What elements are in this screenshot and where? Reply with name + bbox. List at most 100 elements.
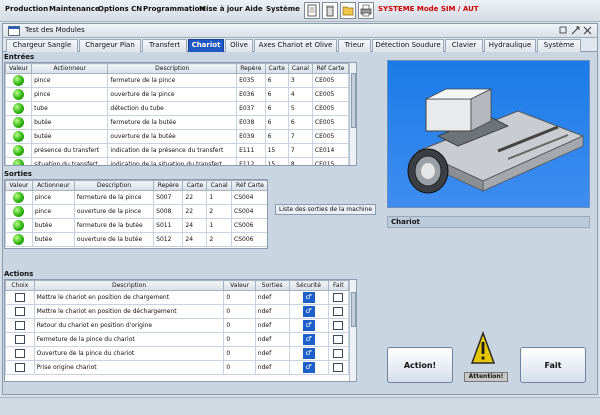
action-value-cell: 0 — [223, 290, 256, 305]
tab-detection-soudure[interactable]: Détection Soudure — [372, 39, 444, 52]
security-icon[interactable]: ♂ — [302, 306, 315, 317]
status-bar — [0, 397, 600, 415]
sorties-row: butée ouverture de la butée S012 24 2 CS006 — [5, 232, 267, 247]
security-icon[interactable]: ♂ — [302, 292, 315, 303]
description-cell: détection du tube — [107, 101, 238, 116]
close-icon[interactable] — [583, 26, 592, 37]
document-icon[interactable] — [304, 2, 320, 19]
choice-checkbox[interactable] — [14, 293, 25, 302]
choice-checkbox[interactable] — [14, 335, 25, 344]
menu-mise-a-jour[interactable]: Mise à jour — [199, 5, 243, 13]
done-checkbox[interactable] — [333, 321, 344, 330]
status-led-icon — [13, 234, 25, 245]
choice-checkbox[interactable] — [14, 321, 25, 330]
canal-cell: 1 — [206, 190, 232, 205]
description-cell: ouverture de la butée — [73, 232, 155, 247]
ref-carte-cell: CS006 — [231, 232, 267, 247]
menu-options-cn[interactable]: Options CN — [98, 5, 142, 13]
description-cell: fermeture de la butée — [107, 115, 238, 130]
action-value-cell: 0 — [223, 318, 256, 333]
menu-maintenance[interactable]: Maintenance — [49, 5, 100, 13]
tab-clavier[interactable]: Clavier — [445, 39, 483, 52]
sorties-row: pince fermeture de la pince S007 22 1 CS004 — [5, 190, 267, 205]
tab-chargeur-plan[interactable]: Chargeur Plan — [79, 39, 141, 52]
action-sorties-cell: ndef — [254, 332, 290, 347]
tab-hydraulique[interactable]: Hydraulique — [484, 39, 536, 52]
action-value-cell: 0 — [223, 332, 256, 347]
entrees-title: Entrées — [4, 53, 35, 61]
canal-cell: 2 — [206, 232, 232, 247]
ref-carte-cell: CS004 — [231, 190, 267, 205]
action-description-cell: Mettre le chariot en position de chargem… — [33, 290, 225, 305]
repere-cell: E037 — [236, 101, 266, 116]
sorties-header: Canal — [206, 180, 232, 191]
action-button[interactable]: Action! — [387, 347, 453, 383]
canal-cell: 2 — [206, 204, 232, 219]
sorties-header: Description — [73, 180, 155, 191]
sorties-title: Sorties — [4, 170, 32, 178]
window-icon — [8, 26, 20, 38]
action-sorties-cell: ndef — [254, 360, 290, 375]
menu-systeme[interactable]: Système — [266, 5, 300, 13]
actionneur-cell: pince — [31, 190, 75, 205]
action-sorties-cell: ndef — [254, 304, 290, 319]
security-icon[interactable]: ♂ — [302, 334, 315, 345]
module-label-bar: Chariot — [387, 216, 590, 228]
done-checkbox[interactable] — [333, 363, 344, 372]
choice-checkbox[interactable] — [14, 307, 25, 316]
entrees-row: butée ouverture de la butée E039 6 7 CE005 — [5, 129, 350, 144]
maximize-icon[interactable] — [571, 26, 580, 37]
action-sorties-cell: ndef — [254, 318, 290, 333]
menu-aide[interactable]: Aide — [245, 5, 263, 13]
tab-chariot[interactable]: Chariot — [188, 39, 224, 52]
security-icon[interactable]: ♂ — [302, 348, 315, 359]
sorties-header: Valeur — [5, 180, 33, 191]
entrees-row: pince fermeture de la pince E035 6 3 CE005 — [5, 73, 350, 88]
action-description-cell: Retour du chariot en position d'origine — [33, 318, 225, 333]
status-led-icon — [13, 145, 25, 156]
tab-systeme[interactable]: Système — [537, 39, 581, 52]
done-checkbox[interactable] — [333, 307, 344, 316]
minimize-icon[interactable] — [559, 26, 568, 37]
done-checkbox[interactable] — [333, 335, 344, 344]
trash-icon[interactable] — [322, 2, 338, 19]
tab-olive[interactable]: Olive — [225, 39, 253, 52]
tab-transfert[interactable]: Transfert — [142, 39, 187, 52]
action-description-cell: Fermeture de la pince du chariot — [33, 332, 225, 347]
sorties-header: Actionneur — [31, 180, 75, 191]
actions-row: Mettre le chariot en position de décharg… — [5, 304, 350, 319]
canal-cell: 8 — [287, 157, 313, 165]
action-sorties-cell: ndef — [254, 346, 290, 361]
done-button[interactable]: Fait — [520, 347, 586, 383]
description-cell: ouverture de la butée — [107, 129, 238, 144]
description-cell: fermeture de la pince — [73, 190, 155, 205]
entrees-scrollbar[interactable] — [349, 63, 356, 165]
done-checkbox[interactable] — [333, 349, 344, 358]
canal-cell: 5 — [287, 101, 313, 116]
security-icon[interactable]: ♂ — [302, 362, 315, 373]
warning-triangle-icon — [470, 330, 496, 367]
actions-scrollbar[interactable] — [349, 280, 356, 381]
tab-trieur[interactable]: Trieur — [338, 39, 371, 52]
carte-cell: 6 — [264, 101, 289, 116]
choice-checkbox[interactable] — [14, 349, 25, 358]
status-led-icon — [13, 75, 25, 86]
printer-icon[interactable] — [358, 2, 374, 19]
module-tabbar: Chargeur Sangle Chargeur Plan Transfert … — [3, 38, 597, 52]
tab-chargeur-sangle[interactable]: Chargeur Sangle — [6, 39, 78, 52]
canal-cell: 1 — [206, 218, 232, 233]
repere-cell: E035 — [236, 73, 266, 88]
security-icon[interactable]: ♂ — [302, 320, 315, 331]
menu-production[interactable]: Production — [5, 5, 48, 13]
status-led-icon — [13, 103, 25, 114]
done-checkbox[interactable] — [333, 293, 344, 302]
carte-cell: 24 — [182, 232, 208, 247]
folder-icon[interactable] — [340, 2, 356, 19]
tab-axes-chariot-olive[interactable]: Axes Chariot et Olive — [254, 39, 337, 52]
actions-row: Ouverture de la pince du chariot 0 ndef ♂ — [5, 346, 350, 361]
actions-header: Valeur — [223, 280, 256, 291]
repere-cell: S008 — [153, 204, 184, 219]
menu-programmation[interactable]: Programmation — [143, 5, 204, 13]
choice-checkbox[interactable] — [14, 363, 25, 372]
entrees-header: Valeur — [5, 63, 33, 74]
